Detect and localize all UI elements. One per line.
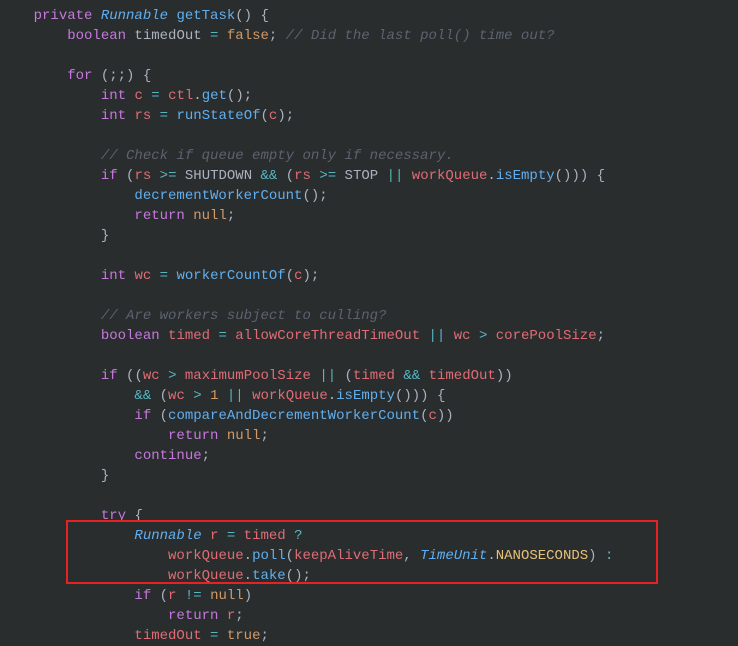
code-line: decrementWorkerCount(); (0, 188, 328, 204)
code-line: if (r != null) (0, 588, 252, 604)
code-line: } (0, 468, 109, 484)
code-line: for (;;) { (0, 68, 151, 84)
code-line: try { (0, 508, 143, 524)
code-line: return null; (0, 428, 269, 444)
code-line: continue; (0, 448, 210, 464)
code-line: if (compareAndDecrementWorkerCount(c)) (0, 408, 454, 424)
code-line: && (wc > 1 || workQueue.isEmpty())) { (0, 388, 445, 404)
code-line: } (0, 228, 109, 244)
code-line: workQueue.take(); (0, 568, 311, 584)
code-line: int c = ctl.get(); (0, 88, 252, 104)
code-line: private Runnable getTask() { (0, 8, 269, 24)
code-line: Runnable r = timed ? (0, 528, 303, 544)
code-line: if (rs >= SHUTDOWN && (rs >= STOP || wor… (0, 168, 605, 184)
code-line: timedOut = true; (0, 628, 269, 644)
code-line: int rs = runStateOf(c); (0, 108, 294, 124)
code-block: private Runnable getTask() { boolean tim… (0, 0, 738, 646)
code-line: workQueue.poll(keepAliveTime, TimeUnit.N… (0, 548, 613, 564)
code-line: if ((wc > maximumPoolSize || (timed && t… (0, 368, 513, 384)
code-line: // Check if queue empty only if necessar… (0, 148, 454, 164)
code-line: return r; (0, 608, 244, 624)
code-line: boolean timedOut = false; // Did the las… (0, 28, 555, 44)
code-line: // Are workers subject to culling? (0, 308, 386, 324)
code-line: return null; (0, 208, 235, 224)
code-line: int wc = workerCountOf(c); (0, 268, 319, 284)
code-line: boolean timed = allowCoreThreadTimeOut |… (0, 328, 605, 344)
